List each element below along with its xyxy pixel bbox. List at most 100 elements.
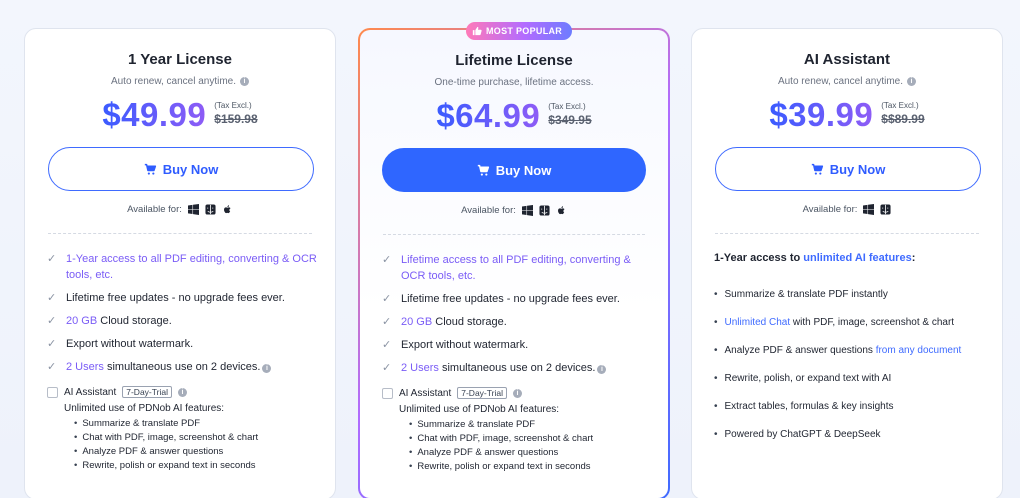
available-for: Available for: bbox=[360, 205, 668, 216]
ai-feature-text: Powered by ChatGPT & DeepSeek bbox=[724, 429, 881, 440]
buy-now-label: Buy Now bbox=[495, 162, 552, 178]
pricing-card-1-year: 1 Year License Auto renew, cancel anytim… bbox=[24, 28, 336, 498]
tax-note: (Tax Excl.) bbox=[881, 101, 919, 110]
ai-feature-text: Extract tables, formulas & key insights bbox=[724, 401, 894, 412]
check-icon: ✓ bbox=[382, 254, 392, 266]
buy-now-button[interactable]: Buy Now bbox=[48, 147, 314, 191]
feature-text: Export without watermark. bbox=[401, 339, 529, 351]
addon-item: Analyze PDF & answer questions bbox=[74, 445, 317, 459]
lead-text: 1-Year access to bbox=[714, 252, 804, 264]
addon-item: Chat with PDF, image, screenshot & chart bbox=[74, 431, 317, 445]
addon-desc: Unlimited use of PDNob AI features: bbox=[399, 404, 560, 415]
addon-item: Chat with PDF, image, screenshot & chart bbox=[409, 432, 650, 446]
ai-feature-text: with PDF, image, screenshot & chart bbox=[790, 317, 955, 328]
check-icon: ✓ bbox=[382, 362, 392, 374]
addon-label: AI Assistant bbox=[399, 387, 452, 399]
badge-label: MOST POPULAR bbox=[486, 26, 563, 36]
feature-text: Cloud storage. bbox=[97, 315, 172, 327]
plan-title: AI Assistant bbox=[803, 51, 891, 68]
apple-icon bbox=[557, 206, 565, 215]
ai-feature-item: • Summarize & translate PDF instantly bbox=[714, 289, 888, 300]
addon-head: AI Assistant 7-Day-Trial i bbox=[382, 387, 650, 399]
feature-highlight: 20 GB bbox=[401, 316, 433, 328]
addon-head: AI Assistant 7-Day-Trial i bbox=[47, 386, 317, 398]
check-icon: ✓ bbox=[47, 338, 57, 350]
buy-now-label: Buy Now bbox=[162, 161, 219, 177]
ai-feature-item: • Unlimited Chat with PDF, image, screens… bbox=[714, 317, 955, 328]
feature-item: ✓ 20 GB Cloud storage. bbox=[47, 313, 317, 329]
price: $39.99 bbox=[769, 96, 874, 133]
cart-icon bbox=[811, 163, 823, 175]
ai-lead: 1-Year access to unlimited AI features: bbox=[714, 252, 984, 264]
check-icon: ✓ bbox=[382, 293, 392, 305]
available-label: Available for: bbox=[127, 204, 182, 215]
apple-icon bbox=[223, 205, 231, 214]
windows-icon bbox=[863, 204, 875, 215]
feature-item: ✓ Lifetime free updates - no upgrade fees… bbox=[382, 291, 650, 307]
available-for: Available for: bbox=[25, 204, 335, 215]
info-icon[interactable]: i bbox=[597, 365, 607, 374]
check-icon: ✓ bbox=[382, 339, 392, 351]
lead-text: : bbox=[911, 252, 916, 264]
ai-feature-text: Analyze PDF & answer questions bbox=[724, 345, 876, 356]
buy-now-button[interactable]: Buy Now bbox=[382, 148, 646, 192]
info-icon[interactable]: i bbox=[240, 77, 250, 86]
mac-finder-icon bbox=[539, 205, 550, 216]
price: $49.99 bbox=[102, 96, 207, 133]
feature-item: ✓ 20 GB Cloud storage. bbox=[382, 314, 650, 330]
check-icon: ✓ bbox=[382, 316, 392, 328]
feature-item: ✓ 1-Year access to all PDF editing, conve… bbox=[47, 251, 317, 283]
feature-highlight: 20 GB bbox=[66, 315, 98, 327]
trial-badge: 7-Day-Trial bbox=[122, 386, 172, 398]
buy-now-button[interactable]: Buy Now bbox=[715, 147, 981, 191]
ai-addon: AI Assistant 7-Day-Trial i Unlimited use… bbox=[47, 386, 317, 473]
plan-subtitle: Auto renew, cancel anytime. i bbox=[25, 76, 335, 87]
windows-icon bbox=[187, 204, 199, 215]
feature-item: ✓ Lifetime free updates - no upgrade fees… bbox=[47, 290, 317, 306]
feature-text: Lifetime free updates - no upgrade fees … bbox=[66, 292, 285, 304]
price-row: $39.99 (Tax Excl.) $$89.99 bbox=[692, 95, 1002, 135]
check-icon: ✓ bbox=[47, 292, 57, 304]
lead-highlight: unlimited AI features bbox=[803, 252, 912, 264]
tax-note: (Tax Excl.) bbox=[548, 102, 586, 111]
cart-icon bbox=[144, 163, 156, 175]
ai-feature-item: • Rewrite, polish, or expand text with AI bbox=[714, 373, 892, 384]
addon-item: Rewrite, polish or expand text in second… bbox=[409, 460, 650, 474]
price-meta: (Tax Excl.) $159.98 bbox=[214, 95, 257, 126]
feature-text: Lifetime free updates - no upgrade fees … bbox=[401, 293, 620, 305]
mac-finder-icon bbox=[205, 204, 216, 215]
feature-highlight: 2 Users bbox=[66, 361, 104, 373]
check-icon: ✓ bbox=[47, 315, 57, 327]
price: $64.99 bbox=[436, 97, 541, 134]
addon-list: Summarize & translate PDF Chat with PDF,… bbox=[74, 417, 317, 473]
feature-list: ✓ Lifetime access to all PDF editing, con… bbox=[382, 252, 650, 383]
ai-feature-item: • Analyze PDF & answer questions from any… bbox=[714, 345, 962, 356]
plan-title: 1 Year License bbox=[128, 51, 232, 68]
divider bbox=[715, 233, 979, 234]
feature-item: ✓ Export without watermark. bbox=[47, 336, 317, 352]
thumbs-up-icon bbox=[472, 26, 482, 36]
addon-desc: Unlimited use of PDNob AI features: bbox=[64, 403, 225, 414]
feature-highlight: Lifetime access to all PDF editing, conv… bbox=[401, 254, 631, 282]
ai-feature-text: Summarize & translate PDF instantly bbox=[724, 289, 888, 300]
old-price: $349.95 bbox=[548, 113, 592, 127]
feature-text: simultaneous use on 2 devices. bbox=[438, 362, 596, 374]
feature-list: ✓ 1-Year access to all PDF editing, conve… bbox=[47, 251, 317, 382]
feature-item: ✓ Lifetime access to all PDF editing, con… bbox=[382, 252, 650, 284]
plan-subtitle-text: Auto renew, cancel anytime. bbox=[110, 76, 237, 87]
info-icon[interactable]: i bbox=[177, 387, 187, 397]
info-icon[interactable]: i bbox=[262, 364, 272, 373]
addon-list: Summarize & translate PDF Chat with PDF,… bbox=[409, 418, 650, 474]
old-price: $$89.99 bbox=[881, 112, 925, 126]
ai-assistant-checkbox[interactable] bbox=[382, 387, 393, 399]
info-icon[interactable]: i bbox=[907, 77, 917, 86]
ai-addon: AI Assistant 7-Day-Trial i Unlimited use… bbox=[382, 387, 650, 474]
plan-subtitle-text: One-time purchase, lifetime access. bbox=[434, 77, 594, 88]
plan-subtitle: Auto renew, cancel anytime. i bbox=[692, 76, 1002, 87]
info-icon[interactable]: i bbox=[512, 388, 522, 398]
ai-feature-item: • Extract tables, formulas & key insights bbox=[714, 401, 894, 412]
mac-finder-icon bbox=[880, 204, 891, 215]
buy-now-label: Buy Now bbox=[829, 161, 886, 177]
ai-assistant-checkbox[interactable] bbox=[47, 386, 58, 398]
cart-icon bbox=[477, 164, 489, 176]
